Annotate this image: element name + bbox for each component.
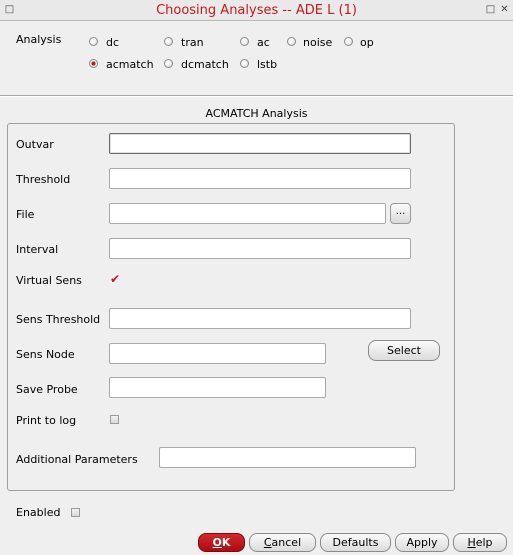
additional-parameters-label: Additional Parameters — [16, 453, 138, 466]
defaults-button[interactable]: Defaults — [320, 533, 391, 552]
radio-ac-label[interactable]: ac — [257, 36, 270, 49]
enabled-checkbox[interactable] — [71, 508, 80, 517]
group-title: ACMATCH Analysis — [205, 107, 308, 120]
print-to-log-label: Print to log — [16, 414, 77, 427]
outvar-field[interactable] — [109, 133, 411, 154]
analysis-label: Analysis — [16, 33, 62, 46]
radio-dc-label[interactable]: dc — [106, 36, 119, 49]
apply-button[interactable]: Apply — [395, 533, 449, 552]
separator — [0, 95, 513, 97]
radio-noise[interactable] — [287, 37, 296, 46]
help-label: elp — [475, 536, 493, 549]
help-mnemonic: H — [467, 536, 476, 549]
save-probe-field[interactable] — [109, 377, 326, 398]
interval-field[interactable] — [109, 238, 411, 259]
close-icon[interactable]: ✕ — [499, 4, 510, 15]
file-browse-button[interactable]: ... — [390, 203, 411, 224]
ok-label: K — [221, 536, 231, 549]
sens-threshold-field[interactable] — [109, 308, 411, 329]
file-field[interactable] — [109, 203, 386, 224]
radio-dc[interactable] — [89, 37, 98, 46]
print-to-log-checkbox[interactable] — [110, 415, 119, 424]
interval-label: Interval — [16, 243, 59, 256]
threshold-field[interactable] — [109, 168, 411, 189]
radio-ac[interactable] — [240, 37, 249, 46]
select-button[interactable]: Select — [368, 340, 440, 361]
sens-node-label: Sens Node — [16, 348, 75, 361]
file-label: File — [16, 208, 35, 221]
radio-lstb[interactable] — [240, 59, 249, 68]
apply-label: Apply — [406, 536, 438, 549]
sens-node-field[interactable] — [109, 343, 326, 364]
radio-tran-label[interactable]: tran — [181, 36, 204, 49]
radio-op-label[interactable]: op — [360, 36, 374, 49]
save-probe-label: Save Probe — [16, 383, 78, 396]
radio-op[interactable] — [344, 37, 353, 46]
help-button[interactable]: Help — [453, 533, 507, 552]
sens-threshold-label: Sens Threshold — [16, 313, 101, 326]
radio-acmatch[interactable] — [89, 59, 98, 68]
additional-parameters-field[interactable] — [159, 447, 416, 468]
ok-button[interactable]: OK — [198, 533, 245, 552]
cancel-button[interactable]: Cancel — [249, 533, 316, 552]
virtual-sens-label: Virtual Sens — [16, 274, 82, 287]
virtual-sens-checkbox[interactable]: ✔ — [110, 273, 120, 285]
radio-lstb-label[interactable]: lstb — [257, 58, 277, 71]
radio-acmatch-label[interactable]: acmatch — [106, 58, 154, 71]
radio-dcmatch[interactable] — [164, 59, 173, 68]
radio-noise-label[interactable]: noise — [303, 36, 332, 49]
threshold-label: Threshold — [16, 173, 71, 186]
cancel-label: ancel — [271, 536, 302, 549]
cancel-mnemonic: C — [263, 536, 272, 549]
enabled-label: Enabled — [16, 506, 61, 519]
maximize-icon[interactable]: □ — [485, 4, 496, 15]
radio-dcmatch-label[interactable]: dcmatch — [181, 58, 229, 71]
outvar-label: Outvar — [16, 138, 54, 151]
window-title: Choosing Analyses -- ADE L (1) — [156, 3, 357, 18]
ok-mnemonic: O — [212, 536, 222, 549]
radio-tran[interactable] — [164, 37, 173, 46]
